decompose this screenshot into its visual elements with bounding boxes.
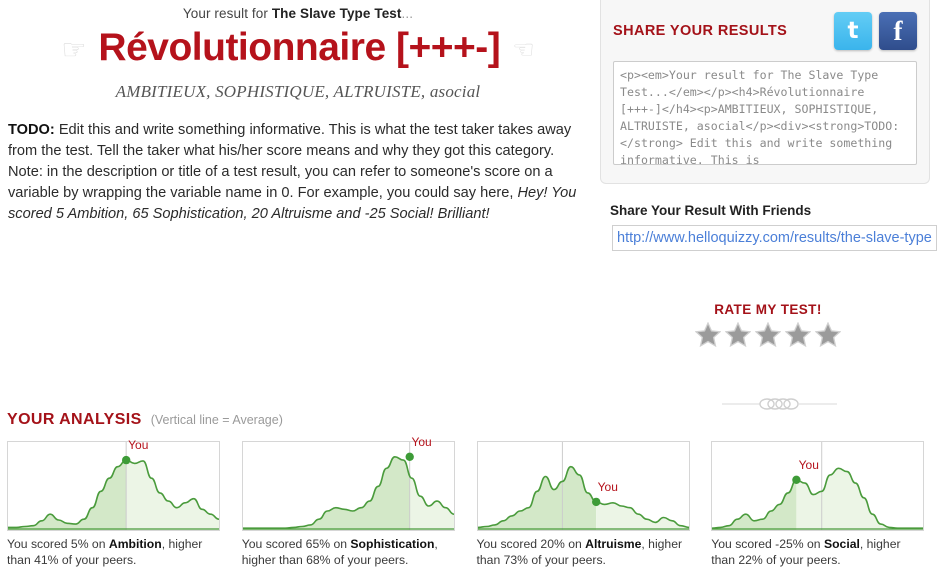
you-marker-label: You	[597, 479, 618, 494]
description-body: Edit this and write something informativ…	[8, 121, 572, 201]
you-marker-label: You	[128, 438, 149, 453]
pointing-hand-left-icon: ☜	[512, 35, 535, 64]
result-for-ellipsis: ...	[401, 6, 414, 21]
caption-score: -25%	[775, 537, 804, 551]
caption-end: of your peers.	[762, 552, 841, 567]
caption-mid: on	[564, 537, 586, 551]
distribution-chart: You	[476, 441, 690, 531]
caption-mid: on	[330, 537, 351, 551]
caption-score: 5%	[70, 537, 89, 551]
caption-variable: Social	[823, 537, 860, 551]
analysis-chart-cell: You You scored 5% on Ambition, higher tha…	[7, 438, 234, 568]
caption-end: of your peers.	[528, 552, 606, 567]
caption-percentile: 41%	[34, 552, 59, 567]
analysis-header: YOUR ANALYSIS (Vertical line = Average)	[7, 411, 283, 429]
result-page: Your result for The Slave Type Test... ☞…	[0, 0, 938, 581]
share-url-label: Share Your Result With Friends	[610, 203, 812, 218]
star-icon-1[interactable]	[695, 322, 721, 347]
facebook-icon: f	[893, 15, 903, 46]
caption-percentile: 68%	[306, 552, 331, 567]
share-url-input[interactable]	[612, 225, 937, 251]
result-main-column: Your result for The Slave Type Test... ☞…	[0, 0, 596, 225]
rate-test-title: RATE MY TEST!	[714, 302, 822, 317]
caption-prefix: You scored	[7, 537, 71, 551]
embed-code-textarea[interactable]: <p><em>Your result for The Slave Type Te…	[613, 61, 917, 165]
analysis-note: (Vertical line = Average)	[150, 413, 283, 427]
caption-mid: on	[803, 537, 824, 551]
chart-caption: You scored -25% on Social, higher than 2…	[711, 537, 923, 568]
chart-caption: You scored 5% on Ambition, higher than 4…	[7, 537, 219, 568]
star-icon-3[interactable]	[755, 322, 781, 347]
star-icon-2[interactable]	[725, 322, 751, 347]
twitter-icon: t	[847, 17, 859, 44]
caption-variable: Sophistication	[350, 537, 435, 551]
caption-variable: Altruisme	[585, 537, 642, 551]
twitter-share-button[interactable]: t	[834, 12, 872, 50]
share-panel-title: SHARE YOUR RESULTS	[613, 23, 788, 39]
chart-caption: You scored 20% on Altruisme, higher than…	[477, 537, 689, 568]
page-title: Révolutionnaire [+++-]	[98, 26, 501, 69]
analysis-chart-cell: You You scored 65% on Sophistication, hig…	[241, 435, 469, 568]
caption-percentile: 22%	[738, 552, 763, 567]
analysis-charts: You You scored 5% on Ambition, higher tha…	[0, 435, 938, 568]
decorative-divider	[722, 398, 837, 410]
caption-prefix: You scored	[476, 537, 541, 551]
analysis-title: YOUR ANALYSIS	[7, 411, 142, 428]
caption-end: of your peers.	[58, 552, 137, 567]
caption-mid: on	[88, 537, 109, 551]
facebook-share-button[interactable]: f	[879, 12, 917, 50]
chart-caption: You scored 65% on Sophistication, higher…	[242, 537, 454, 568]
caption-percentile: 73%	[503, 552, 529, 567]
pointing-hand-right-icon: ☞	[61, 34, 87, 66]
result-for-line: Your result for The Slave Type Test...	[0, 0, 596, 21]
caption-score: 65%	[305, 537, 331, 551]
caption-prefix: You scored	[711, 537, 776, 551]
star-icon-5[interactable]	[815, 322, 841, 347]
result-for-prefix: Your result for	[182, 6, 272, 21]
caption-end: of your peers.	[330, 552, 409, 567]
caption-prefix: You scored	[241, 537, 306, 551]
result-title-row: ☞ Révolutionnaire [+++-] ☜	[0, 26, 596, 70]
analysis-chart-cell: You You scored 20% on Altruisme, higher t…	[476, 441, 704, 568]
test-name: The Slave Type Test	[271, 6, 402, 21]
star-rating-widget[interactable]	[600, 322, 936, 347]
caption-variable: Ambition	[108, 537, 162, 551]
social-icon-group: t f	[834, 12, 917, 50]
caption-score: 20%	[540, 537, 565, 551]
distribution-chart: You	[711, 441, 925, 531]
share-panel-header: SHARE YOUR RESULTS t f	[613, 12, 917, 50]
star-icon-4[interactable]	[785, 322, 811, 347]
distribution-chart: You	[7, 438, 220, 531]
you-marker-label: You	[411, 434, 432, 449]
you-marker-label: You	[798, 457, 819, 472]
distribution-chart: You	[241, 435, 455, 531]
analysis-chart-cell: You You scored -25% on Social, higher tha…	[711, 441, 938, 568]
result-description: TODO: Edit this and write something info…	[8, 120, 588, 225]
result-subtitle: AMBITIEUX, SOPHISTIQUE, ALTRUISTE, asoci…	[115, 81, 481, 101]
share-results-panel: SHARE YOUR RESULTS t f <p><em>Your resul…	[600, 0, 930, 184]
description-todo-label: TODO:	[8, 121, 55, 138]
